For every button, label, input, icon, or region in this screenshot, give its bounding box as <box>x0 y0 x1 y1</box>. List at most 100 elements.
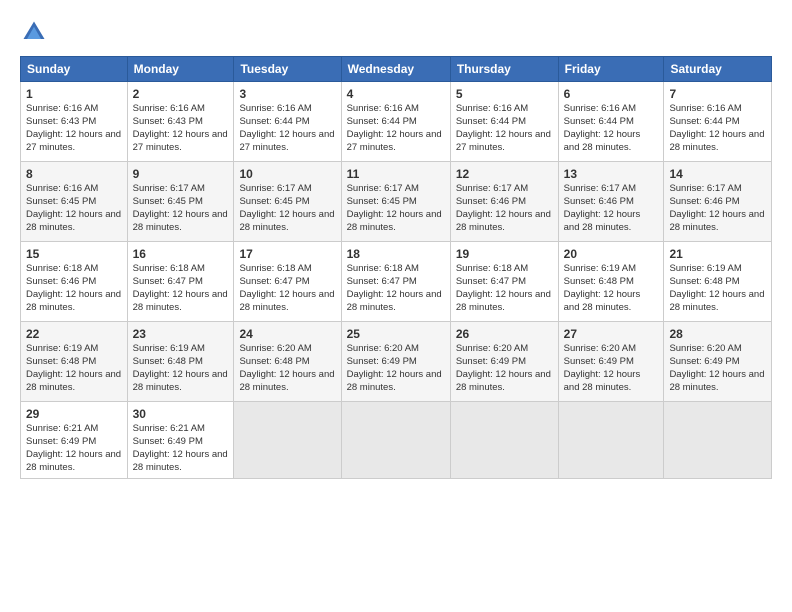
sunset-label: Sunset: 6:45 PM <box>347 196 417 207</box>
calendar-header-sunday: Sunday <box>21 57 128 82</box>
sunrise-label: Sunrise: 6:19 AM <box>133 343 205 354</box>
sunset-label: Sunset: 6:47 PM <box>456 276 526 287</box>
sunset-label: Sunset: 6:43 PM <box>26 116 96 127</box>
daylight-label: Daylight: 12 hours and 28 minutes. <box>456 209 551 233</box>
sunset-label: Sunset: 6:49 PM <box>564 356 634 367</box>
sunrise-label: Sunrise: 6:17 AM <box>347 183 419 194</box>
sunrise-label: Sunrise: 6:16 AM <box>347 103 419 114</box>
daylight-label: Daylight: 12 hours and 28 minutes. <box>669 369 764 393</box>
sunrise-label: Sunrise: 6:16 AM <box>456 103 528 114</box>
calendar-header-tuesday: Tuesday <box>234 57 341 82</box>
sunset-label: Sunset: 6:48 PM <box>564 276 634 287</box>
daylight-label: Daylight: 12 hours and 27 minutes. <box>239 129 334 153</box>
sunset-label: Sunset: 6:49 PM <box>456 356 526 367</box>
sunset-label: Sunset: 6:44 PM <box>564 116 634 127</box>
calendar-cell: 29Sunrise: 6:21 AMSunset: 6:49 PMDayligh… <box>21 402 128 479</box>
day-number: 5 <box>456 86 553 102</box>
sunset-label: Sunset: 6:45 PM <box>26 196 96 207</box>
calendar-cell: 16Sunrise: 6:18 AMSunset: 6:47 PMDayligh… <box>127 242 234 322</box>
calendar-cell: 3Sunrise: 6:16 AMSunset: 6:44 PMDaylight… <box>234 82 341 162</box>
day-number: 12 <box>456 166 553 182</box>
calendar-cell: 4Sunrise: 6:16 AMSunset: 6:44 PMDaylight… <box>341 82 450 162</box>
day-number: 18 <box>347 246 445 262</box>
day-number: 1 <box>26 86 122 102</box>
calendar-cell <box>664 402 772 479</box>
daylight-label: Daylight: 12 hours and 28 minutes. <box>133 289 228 313</box>
daylight-label: Daylight: 12 hours and 27 minutes. <box>133 129 228 153</box>
calendar-cell: 13Sunrise: 6:17 AMSunset: 6:46 PMDayligh… <box>558 162 664 242</box>
daylight-label: Daylight: 12 hours and 28 minutes. <box>347 289 442 313</box>
sunrise-label: Sunrise: 6:16 AM <box>669 103 741 114</box>
calendar-week-2: 8Sunrise: 6:16 AMSunset: 6:45 PMDaylight… <box>21 162 772 242</box>
calendar-header-monday: Monday <box>127 57 234 82</box>
day-number: 23 <box>133 326 229 342</box>
calendar-cell: 30Sunrise: 6:21 AMSunset: 6:49 PMDayligh… <box>127 402 234 479</box>
sunset-label: Sunset: 6:46 PM <box>669 196 739 207</box>
calendar-cell: 5Sunrise: 6:16 AM Sunset: 6:44 PM Daylight… <box>450 82 558 162</box>
calendar-week-3: 15Sunrise: 6:18 AMSunset: 6:46 PMDayligh… <box>21 242 772 322</box>
daylight-label: Daylight: 12 hours and 28 minutes. <box>564 289 641 313</box>
day-number: 17 <box>239 246 335 262</box>
daylight-label: Daylight: 12 hours and 28 minutes. <box>239 289 334 313</box>
sunrise-label: Sunrise: 6:17 AM <box>133 183 205 194</box>
sunrise-label: Sunrise: 6:18 AM <box>239 263 311 274</box>
daylight-label: Daylight: 12 hours and 28 minutes. <box>26 289 121 313</box>
calendar-header-wednesday: Wednesday <box>341 57 450 82</box>
header <box>20 18 772 46</box>
sunset-label: Sunset: 6:48 PM <box>239 356 309 367</box>
daylight-label: Daylight: 12 hours and 28 minutes. <box>133 449 228 473</box>
sunrise-label: Sunrise: 6:16 AM <box>26 103 98 114</box>
calendar-cell: 17Sunrise: 6:18 AMSunset: 6:47 PMDayligh… <box>234 242 341 322</box>
calendar-cell: 22Sunrise: 6:19 AMSunset: 6:48 PMDayligh… <box>21 322 128 402</box>
calendar-cell: 26Sunrise: 6:20 AMSunset: 6:49 PMDayligh… <box>450 322 558 402</box>
sunrise-label: Sunrise: 6:18 AM <box>26 263 98 274</box>
calendar-header-row: SundayMondayTuesdayWednesdayThursdayFrid… <box>21 57 772 82</box>
sunrise-label: Sunrise: 6:18 AM <box>456 263 528 274</box>
daylight-label: Daylight: 12 hours and 28 minutes. <box>456 289 551 313</box>
day-number: 30 <box>133 406 229 422</box>
sunrise-label: Sunrise: 6:16 AM <box>239 103 311 114</box>
daylight-label: Daylight: 12 hours and 28 minutes. <box>669 289 764 313</box>
calendar-cell <box>234 402 341 479</box>
calendar-cell: 23Sunrise: 6:19 AMSunset: 6:48 PMDayligh… <box>127 322 234 402</box>
calendar-cell: 6Sunrise: 6:16 AMSunset: 6:44 PMDaylight… <box>558 82 664 162</box>
sunrise-label: Sunrise: 6:20 AM <box>564 343 636 354</box>
sunset-label: Sunset: 6:46 PM <box>26 276 96 287</box>
calendar-week-4: 22Sunrise: 6:19 AMSunset: 6:48 PMDayligh… <box>21 322 772 402</box>
daylight-label: Daylight: 12 hours and 27 minutes. <box>26 129 121 153</box>
calendar-cell: 15Sunrise: 6:18 AMSunset: 6:46 PMDayligh… <box>21 242 128 322</box>
day-number: 29 <box>26 406 122 422</box>
calendar-cell: 24Sunrise: 6:20 AMSunset: 6:48 PMDayligh… <box>234 322 341 402</box>
day-number: 22 <box>26 326 122 342</box>
sunrise-label: Sunrise: 6:17 AM <box>456 183 528 194</box>
day-number: 27 <box>564 326 659 342</box>
calendar-cell: 19Sunrise: 6:18 AM Sunset: 6:47 PM Dayligh… <box>450 242 558 322</box>
calendar-cell: 7Sunrise: 6:16 AMSunset: 6:44 PMDaylight… <box>664 82 772 162</box>
day-number: 19 <box>456 246 553 262</box>
sunset-label: Sunset: 6:48 PM <box>669 276 739 287</box>
sunrise-label: Sunrise: 6:17 AM <box>239 183 311 194</box>
calendar: SundayMondayTuesdayWednesdayThursdayFrid… <box>20 56 772 479</box>
sunset-label: Sunset: 6:48 PM <box>133 356 203 367</box>
sunrise-label: Sunrise: 6:17 AM <box>564 183 636 194</box>
sunrise-label: Sunrise: 6:16 AM <box>564 103 636 114</box>
sunset-label: Sunset: 6:46 PM <box>564 196 634 207</box>
sunset-label: Sunset: 6:46 PM <box>456 196 526 207</box>
calendar-cell: 20Sunrise: 6:19 AMSunset: 6:48 PMDayligh… <box>558 242 664 322</box>
day-number: 28 <box>669 326 766 342</box>
calendar-cell <box>450 402 558 479</box>
sunrise-label: Sunrise: 6:19 AM <box>564 263 636 274</box>
calendar-header-friday: Friday <box>558 57 664 82</box>
sunrise-label: Sunrise: 6:19 AM <box>26 343 98 354</box>
calendar-week-1: 1Sunrise: 6:16 AMSunset: 6:43 PMDaylight… <box>21 82 772 162</box>
calendar-header-thursday: Thursday <box>450 57 558 82</box>
calendar-cell: 2Sunrise: 6:16 AMSunset: 6:43 PMDaylight… <box>127 82 234 162</box>
daylight-label: Daylight: 12 hours and 28 minutes. <box>669 129 764 153</box>
daylight-label: Daylight: 12 hours and 27 minutes. <box>456 129 551 153</box>
day-number: 25 <box>347 326 445 342</box>
sunset-label: Sunset: 6:49 PM <box>347 356 417 367</box>
sunset-label: Sunset: 6:44 PM <box>456 116 526 127</box>
daylight-label: Daylight: 12 hours and 28 minutes. <box>26 369 121 393</box>
calendar-cell: 21Sunrise: 6:19 AMSunset: 6:48 PMDayligh… <box>664 242 772 322</box>
sunrise-label: Sunrise: 6:20 AM <box>669 343 741 354</box>
